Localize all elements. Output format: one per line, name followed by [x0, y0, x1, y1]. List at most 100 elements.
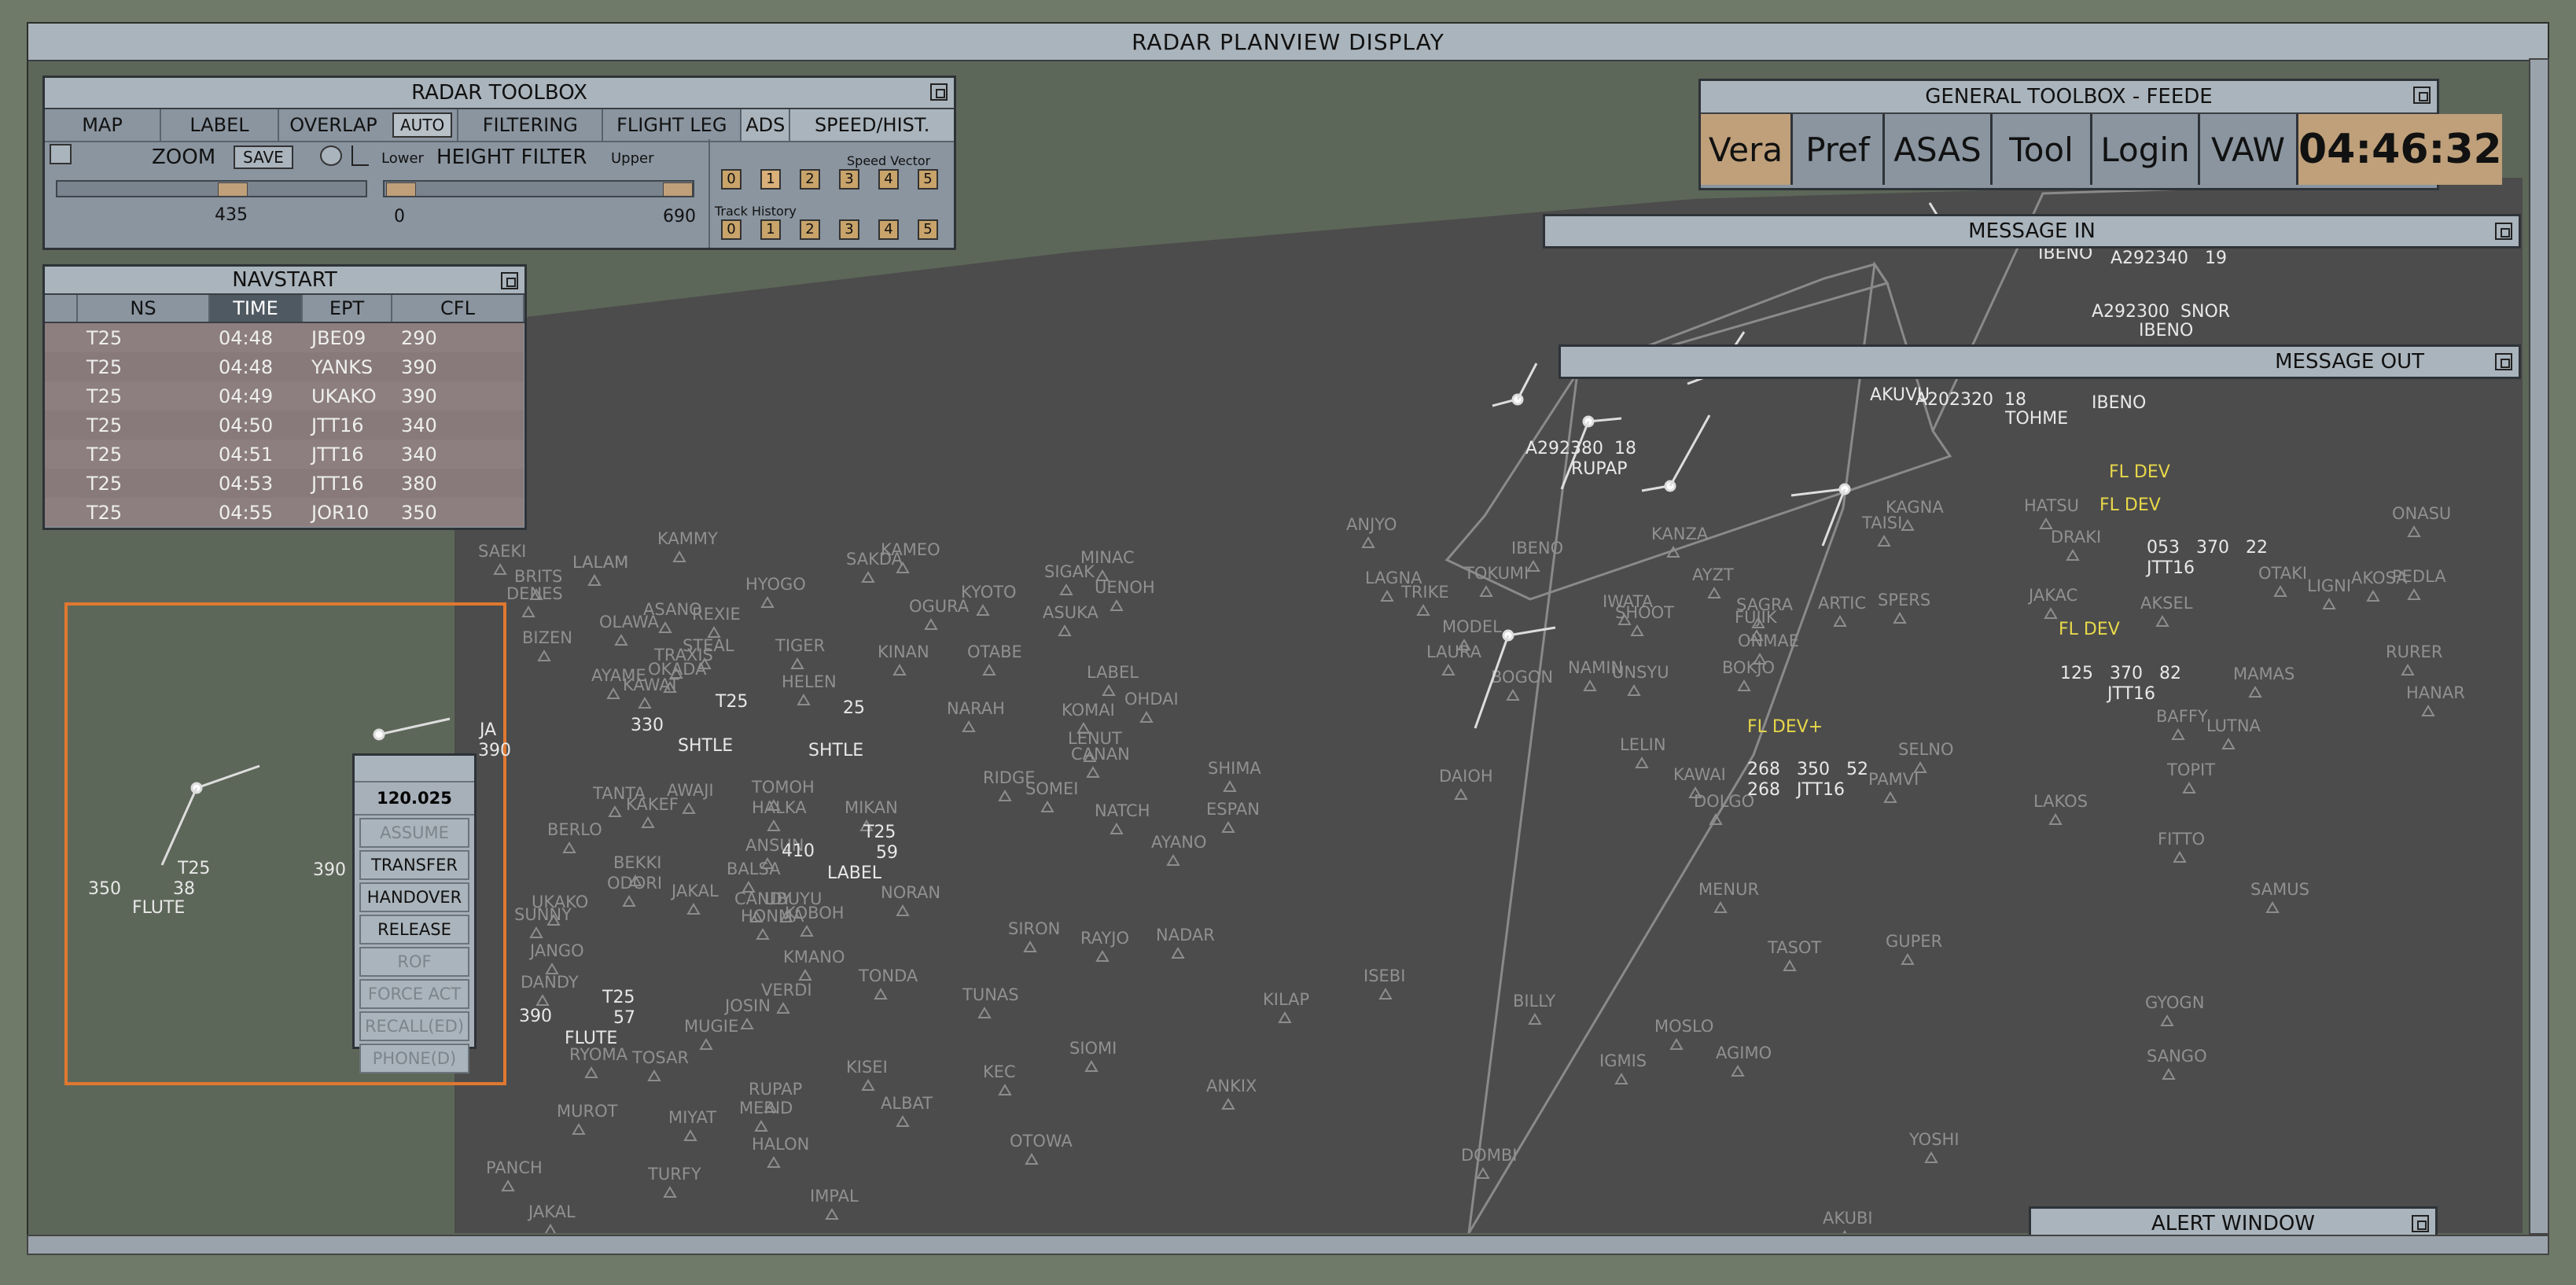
zoom-reset-icon[interactable] — [50, 144, 72, 164]
waypoint[interactable]: LAKOS — [2033, 792, 2088, 825]
track-history-button-3[interactable]: 3 — [839, 219, 859, 240]
waypoint[interactable]: KISEI — [846, 1058, 888, 1091]
track-history-button-5[interactable]: 5 — [918, 219, 938, 240]
waypoint[interactable]: MIKAN — [845, 798, 898, 831]
waypoint[interactable]: YOSHI — [1908, 1130, 1960, 1163]
waypoint[interactable]: PAMVI — [1868, 770, 1919, 803]
save-button[interactable]: SAVE — [234, 145, 293, 169]
waypoint[interactable]: SIOMI — [1069, 1039, 1117, 1072]
zoom-slider[interactable] — [56, 180, 367, 197]
waypoint[interactable]: TOKUMI — [1463, 564, 1529, 597]
column-header-time[interactable]: TIME — [209, 295, 303, 323]
waypoint[interactable]: TAISI — [1861, 514, 1902, 547]
waypoint[interactable]: LELIN — [1620, 735, 1666, 768]
column-header-ns[interactable]: NS — [77, 295, 210, 323]
waypoint[interactable]: RAYJO — [1080, 929, 1129, 962]
waypoint[interactable]: KAMMY — [657, 529, 718, 562]
waypoint[interactable]: OTABE — [967, 642, 1022, 676]
waypoint[interactable]: BALSA — [727, 860, 781, 893]
waypoint[interactable]: BIZEN — [522, 628, 572, 661]
waypoint[interactable]: KYOTO — [961, 583, 1017, 616]
message-out-bar[interactable]: MESSAGE OUT — [1558, 344, 2521, 379]
waypoint[interactable]: TONDA — [858, 967, 918, 1000]
waypoint[interactable]: LALAM — [572, 553, 628, 586]
waypoint[interactable]: MOSLO — [1654, 1017, 1713, 1050]
waypoint[interactable]: MAMAS — [2233, 665, 2294, 698]
waypoint[interactable]: ANKIX — [1206, 1077, 1257, 1110]
aircraft-target[interactable] — [373, 728, 385, 741]
waypoint[interactable]: UENOH — [1095, 578, 1155, 611]
table-row[interactable]: T25 04:55 JOR10 350 — [45, 498, 524, 527]
waypoint[interactable]: LIGNI — [2307, 576, 2351, 609]
waypoint[interactable]: SAMUS — [2250, 880, 2309, 913]
table-row[interactable]: T25 04:48 JBE09 290 — [45, 322, 524, 352]
waypoint[interactable]: MIYAT — [668, 1108, 716, 1141]
waypoint[interactable]: PANCH — [486, 1158, 543, 1191]
waypoint[interactable]: SPERS — [1878, 591, 1930, 624]
vertical-scrollbar[interactable] — [2529, 58, 2549, 1235]
waypoint[interactable]: KMANO — [783, 948, 845, 981]
waypoint[interactable]: HANAR — [2406, 683, 2465, 716]
waypoint[interactable]: ODORI — [607, 874, 662, 907]
waypoint[interactable]: SHIMA — [1208, 759, 1261, 792]
waypoint[interactable]: DAIOH — [1439, 767, 1493, 800]
waypoint[interactable]: TRIKE — [1400, 583, 1449, 616]
radar-map[interactable]: IZUMIIYOKAOSAMUDANDENORANRIDGEKAMMYHYOGO… — [454, 178, 2523, 1233]
waypoint[interactable]: SANGO — [2147, 1047, 2207, 1080]
waypoint[interactable]: BOGON — [1491, 668, 1553, 701]
login-button[interactable]: Login — [2092, 114, 2200, 185]
waypoint[interactable]: LUTNA — [2206, 716, 2261, 749]
waypoint[interactable]: OTOWA — [1010, 1132, 1073, 1165]
waypoint[interactable]: PEDLA — [2392, 567, 2446, 600]
speed-button-5[interactable]: 5 — [918, 169, 938, 190]
waypoint[interactable]: SIRON — [1008, 919, 1060, 952]
track-context-menu[interactable]: 120.025 ASSUME TRANSFER HANDOVER RELEASE ROF… — [352, 753, 477, 1073]
height-upper-thumb[interactable] — [663, 182, 693, 197]
waypoint[interactable]: HELEN — [782, 672, 837, 705]
waypoint[interactable]: FITTO — [2158, 830, 2205, 863]
waypoint[interactable]: ARTIC — [1818, 594, 1866, 627]
track-history-button-1[interactable]: 1 — [760, 219, 781, 240]
waypoint[interactable]: BERLO — [547, 820, 602, 853]
column-header-ept[interactable]: EPT — [302, 295, 392, 323]
waypoint[interactable]: KINAN — [878, 642, 929, 676]
waypoint[interactable]: HYOGO — [745, 575, 806, 608]
waypoint[interactable]: OLAWA — [599, 613, 660, 646]
waypoint[interactable]: TOPIT — [2166, 760, 2215, 793]
vera-button[interactable]: Vera — [1701, 114, 1793, 185]
waypoint[interactable]: DRAKI — [2051, 528, 2101, 561]
waypoint[interactable]: HALKA — [752, 798, 807, 831]
waypoint[interactable]: DOMBI — [1461, 1146, 1517, 1179]
waypoint[interactable]: JAKAL — [670, 882, 719, 915]
radar-canvas[interactable]: IZUMIIYOKAOSAMUDANDENORANRIDGEKAMMYHYOGO… — [454, 178, 2523, 1233]
waypoint[interactable]: BOKJO — [1722, 658, 1775, 691]
speed-button-2[interactable]: 2 — [800, 169, 820, 190]
ads-button[interactable]: ADS — [742, 109, 791, 141]
table-row[interactable]: T25 04:48 YANKS 390 — [45, 352, 524, 381]
speed-hist-button[interactable]: SPEED/HIST. — [790, 109, 954, 141]
waypoint[interactable]: DANDY — [521, 973, 579, 1006]
waypoint[interactable]: AKUBI — [1823, 1209, 1873, 1233]
track-history-button-2[interactable]: 2 — [800, 219, 820, 240]
table-row[interactable]: T25 04:49 UKAKO 390 — [45, 381, 524, 411]
waypoint[interactable]: UNSYU — [1612, 663, 1669, 696]
waypoint[interactable]: MERID — [739, 1099, 793, 1132]
close-icon[interactable] — [501, 272, 518, 289]
close-icon[interactable] — [930, 83, 948, 101]
waypoint[interactable]: RURER — [2386, 642, 2442, 676]
waypoint[interactable]: AGIMO — [1716, 1044, 1772, 1077]
zoom-slider-thumb[interactable] — [218, 182, 248, 197]
waypoint[interactable]: KOBOH — [785, 904, 845, 937]
waypoint[interactable]: KAKEF — [626, 795, 679, 828]
auto-button[interactable]: AUTO — [392, 112, 453, 138]
waypoint[interactable]: GYOGN — [2145, 993, 2204, 1026]
filtering-button[interactable]: FILTERING — [457, 109, 604, 141]
close-icon[interactable] — [2412, 1215, 2429, 1232]
waypoint[interactable]: RYOMA — [569, 1045, 628, 1078]
table-row[interactable]: T25 04:53 JTT16 380 — [45, 469, 524, 498]
close-icon[interactable] — [2495, 223, 2512, 240]
waypoint[interactable]: NADAR — [1156, 926, 1215, 959]
waypoint[interactable]: NARAH — [947, 699, 1005, 732]
waypoint[interactable]: TASOT — [1767, 938, 1821, 971]
map-button[interactable]: MAP — [45, 109, 161, 141]
